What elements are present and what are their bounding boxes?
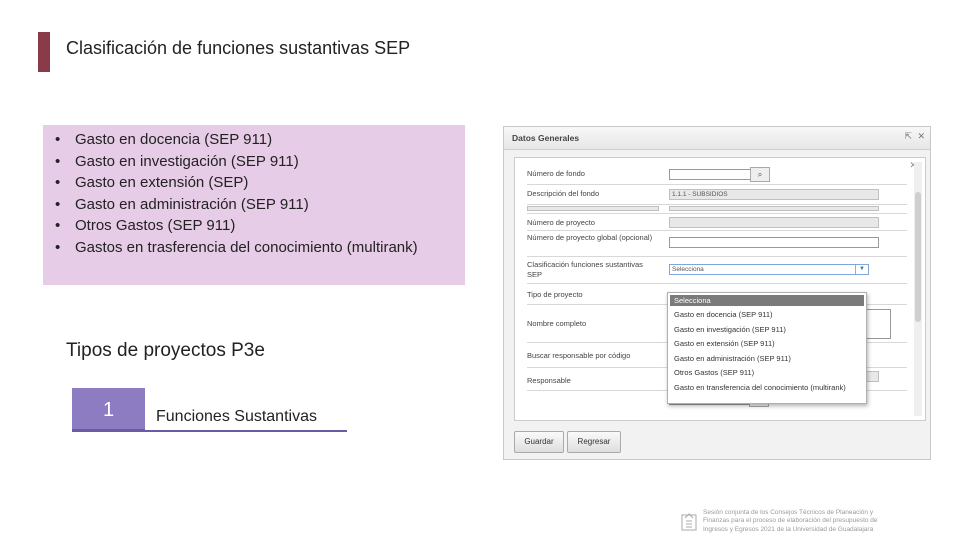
scrollbar-thumb[interactable] — [915, 192, 921, 322]
dropdown-option[interactable]: Gasto en investigación (SEP 911) — [668, 323, 866, 338]
list-item: • Gastos en trasferencia del conocimiento… — [43, 237, 465, 259]
global-project-input[interactable] — [669, 237, 879, 248]
dropdown-option[interactable]: Gasto en administración (SEP 911) — [668, 352, 866, 367]
separator-bar — [527, 206, 659, 211]
popout-icon[interactable]: ⇱ — [904, 131, 912, 142]
bullet-icon: • — [55, 152, 61, 170]
list-item: • Gasto en extensión (SEP) — [43, 172, 465, 194]
footer-note: Sesión conjunta de los Consejos Técnicos… — [703, 509, 878, 533]
project-number-field — [669, 217, 879, 228]
save-button[interactable]: Guardar — [514, 431, 564, 453]
row-numero-proyecto: Número de proyecto — [527, 214, 907, 231]
list-item: • Gasto en administración (SEP 911) — [43, 194, 465, 216]
classification-dropdown: Selecciona Gasto en docencia (SEP 911) G… — [667, 292, 867, 404]
scrollbar[interactable] — [914, 162, 922, 416]
row-clasificacion: Clasificación funciones sustantivas SEP … — [527, 257, 907, 284]
fund-description-field: 1.1.1 - SUBSIDIOS — [669, 189, 879, 200]
close-icon[interactable]: ✕ — [917, 131, 925, 142]
step-number-badge: 1 — [72, 388, 145, 432]
separator-bar — [669, 206, 879, 211]
chevron-down-icon[interactable]: ▼ — [855, 265, 868, 274]
row-numero-fondo: Número de fondo ⌕ — [527, 164, 907, 185]
bullet-icon: • — [55, 195, 61, 213]
step-label: Funciones Sustantivas — [156, 408, 317, 425]
list-item: • Otros Gastos (SEP 911) — [43, 215, 465, 237]
window-title: Datos Generales — [512, 133, 580, 143]
fund-number-input[interactable] — [669, 169, 751, 180]
row-descripcion-fondo: Descripción del fondo 1.1.1 - SUBSIDIOS — [527, 185, 907, 205]
title-accent-bar — [38, 32, 50, 72]
bullet-icon: • — [55, 238, 61, 256]
section-subtitle: Tipos de proyectos P3e — [66, 340, 265, 361]
dropdown-option[interactable]: Selecciona — [670, 295, 864, 306]
bullet-icon: • — [55, 131, 61, 148]
dropdown-option[interactable]: Otros Gastos (SEP 911) — [668, 366, 866, 381]
row-separator — [527, 205, 907, 214]
dropdown-option[interactable]: Gasto en extensión (SEP 911) — [668, 337, 866, 352]
list-item: • Gasto en investigación (SEP 911) — [43, 151, 465, 173]
step-underline — [145, 430, 347, 432]
bullet-icon: • — [55, 174, 61, 191]
university-seal-icon — [681, 513, 697, 531]
search-icon[interactable]: ⌕ — [750, 167, 770, 182]
classification-select[interactable]: Selecciona ▼ — [669, 264, 869, 275]
window-header: Datos Generales ⇱ ✕ — [504, 127, 930, 150]
page-title: Clasificación de funciones sustantivas S… — [66, 38, 411, 58]
list-item: • Gasto en docencia (SEP 911) — [43, 129, 465, 151]
row-numero-global: Número de proyecto global (opcional) — [527, 231, 907, 257]
dropdown-option[interactable]: Gasto en docencia (SEP 911) — [668, 308, 866, 323]
bullet-icon: • — [55, 217, 61, 234]
dropdown-option[interactable]: Gasto en transferencia del conocimiento … — [668, 381, 866, 396]
back-button[interactable]: Regresar — [567, 431, 621, 453]
functions-list-box: • Gasto en docencia (SEP 911) • Gasto en i… — [43, 125, 465, 285]
